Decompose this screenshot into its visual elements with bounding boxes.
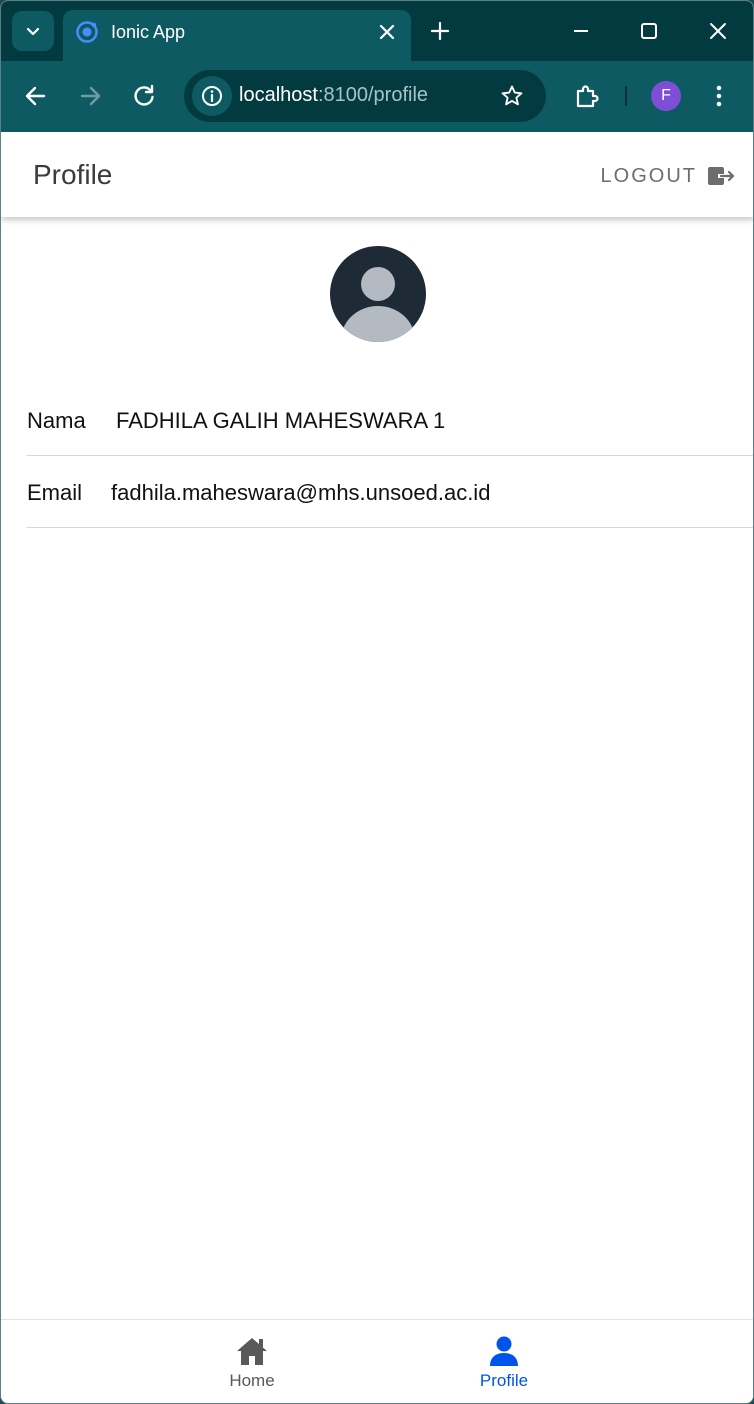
- avatar: [330, 246, 426, 342]
- browser-toolbar: localhost:8100/profile F: [1, 61, 753, 131]
- more-vertical-icon[interactable]: [709, 83, 729, 109]
- bookmark-star-icon[interactable]: [500, 84, 524, 108]
- profile-content: Nama FADHILA GALIH MAHESWARA 1 Email fad…: [1, 217, 753, 1319]
- minimize-icon[interactable]: [572, 21, 590, 41]
- logout-button[interactable]: LOGOUT: [601, 162, 735, 190]
- site-info-button[interactable]: [192, 76, 232, 116]
- maximize-icon[interactable]: [639, 21, 659, 41]
- forward-arrow-icon[interactable]: [77, 83, 103, 109]
- email-value: fadhila.maheswara@mhs.unsoed.ac.id: [111, 480, 491, 505]
- address-bar[interactable]: localhost:8100/profile: [184, 70, 546, 122]
- tab-search-button[interactable]: [12, 11, 54, 51]
- back-arrow-icon[interactable]: [23, 83, 49, 109]
- toolbar-divider: [625, 86, 627, 106]
- profile-item-name: Nama FADHILA GALIH MAHESWARA 1: [27, 384, 753, 456]
- chevron-down-icon: [26, 27, 40, 36]
- ionic-logo-icon: [76, 21, 98, 43]
- new-tab-icon[interactable]: [429, 20, 451, 42]
- url-text: localhost:8100/profile: [239, 84, 428, 107]
- browser-profile-avatar[interactable]: F: [651, 81, 681, 111]
- person-icon: [490, 1336, 518, 1366]
- tab-home-label: Home: [229, 1371, 275, 1390]
- email-label: Email: [27, 480, 83, 505]
- logout-label: LOGOUT: [600, 164, 697, 187]
- person-placeholder-icon: [341, 267, 415, 342]
- home-icon: [237, 1338, 267, 1365]
- logout-icon: [708, 167, 735, 185]
- page-title: Profile: [33, 159, 113, 190]
- tab-title: Ionic App: [111, 22, 186, 42]
- browser-window: Ionic App localhost:8100/profile F Profi…: [0, 0, 754, 1404]
- url-host: localhost: [239, 84, 318, 106]
- bottom-tab-bar: Home Profile: [1, 1319, 753, 1403]
- app-header: Profile LOGOUT: [1, 131, 753, 217]
- reload-icon[interactable]: [131, 83, 157, 109]
- close-window-icon[interactable]: [708, 21, 728, 41]
- tab-profile[interactable]: Profile: [414, 1320, 594, 1403]
- name-value: FADHILA GALIH MAHESWARA 1: [116, 408, 446, 433]
- extensions-puzzle-icon[interactable]: [573, 82, 601, 110]
- profile-item-email: Email fadhila.maheswara@mhs.unsoed.ac.id: [27, 456, 753, 528]
- tab-profile-label: Profile: [479, 1371, 529, 1390]
- url-path: :8100/profile: [317, 84, 429, 106]
- tab-home[interactable]: Home: [162, 1320, 342, 1403]
- browser-tab[interactable]: Ionic App: [63, 10, 411, 61]
- tab-strip: Ionic App: [1, 1, 753, 61]
- name-label: Nama: [27, 408, 86, 433]
- close-tab-icon[interactable]: [377, 22, 397, 42]
- info-icon: [202, 86, 222, 106]
